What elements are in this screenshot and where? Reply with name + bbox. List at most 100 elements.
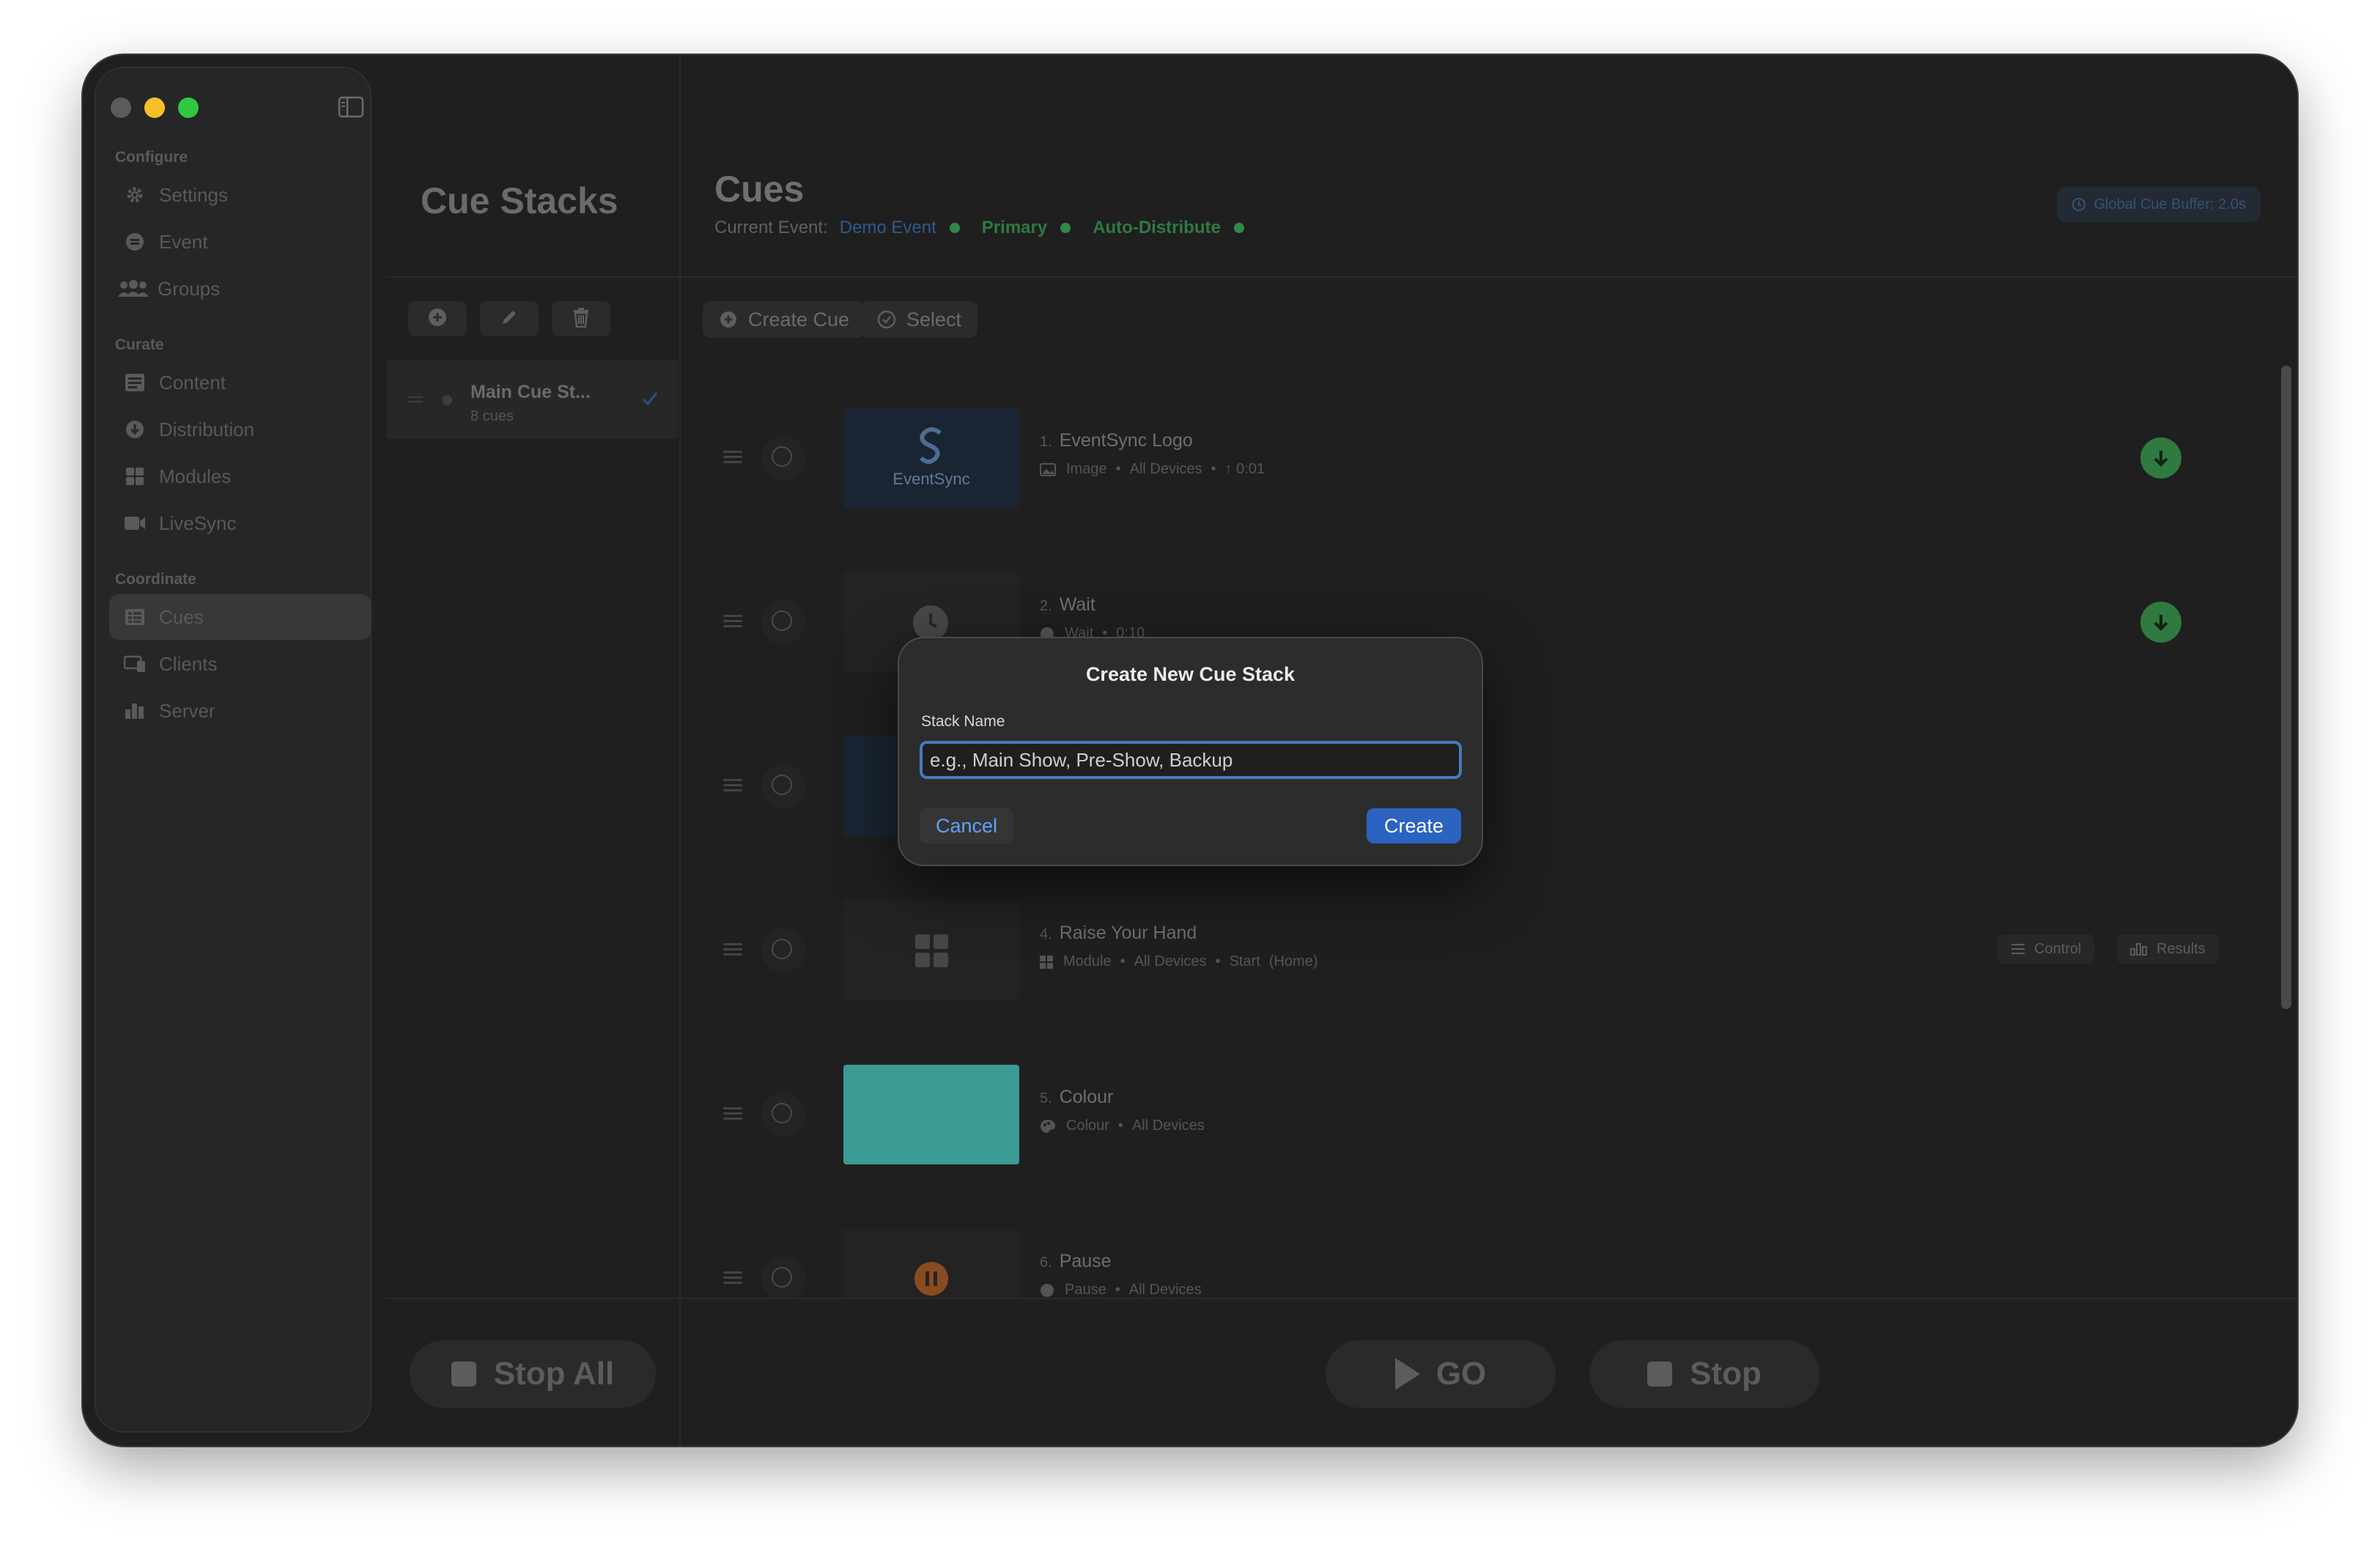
distribution-icon xyxy=(124,418,146,440)
stop-icon xyxy=(451,1362,476,1386)
zoom-window-button[interactable] xyxy=(178,97,199,118)
sidebar-item-cues[interactable]: Cues xyxy=(109,594,372,640)
plus-circle-icon xyxy=(719,310,738,329)
cue-row[interactable]: EventSync 1. EventSync Logo Image • All De… xyxy=(681,404,2242,514)
pause-icon xyxy=(914,1261,949,1298)
cue-type: Pause xyxy=(1065,1282,1106,1298)
cue-row[interactable]: 4. Raise Your Hand Module • All Devices • S… xyxy=(681,896,2242,1006)
cue-stacks-panel: Cue Stacks Main Cue St... 8 cues Stop Al… xyxy=(386,55,681,1446)
cue-name: EventSync Logo xyxy=(1059,430,1193,451)
sidebar-item-event[interactable]: Event xyxy=(109,219,372,265)
modules-icon xyxy=(1040,955,1053,969)
download-icon[interactable] xyxy=(2140,437,2181,479)
drag-handle-icon[interactable] xyxy=(408,396,423,404)
sidebar-item-livesync[interactable]: LiveSync xyxy=(109,501,372,546)
sidebar-item-label: Content xyxy=(159,371,226,394)
stop-all-button[interactable]: Stop All xyxy=(410,1340,656,1408)
create-button[interactable]: Create xyxy=(1366,808,1461,843)
stack-list-item[interactable]: Main Cue St... 8 cues xyxy=(386,360,678,439)
cue-select-radio[interactable] xyxy=(761,928,805,972)
stack-name-input[interactable] xyxy=(920,741,1462,779)
sidebar-item-label: Modules xyxy=(159,465,232,487)
sidebar-item-label: Event xyxy=(159,230,208,253)
cue-select-radio[interactable] xyxy=(761,1093,805,1137)
cue-title: 2. Wait xyxy=(1040,594,1095,616)
create-cue-button[interactable]: Create Cue xyxy=(703,301,866,338)
cue-number: 5. xyxy=(1040,1090,1052,1107)
page-title: Cue Stacks xyxy=(421,180,618,221)
status-dot xyxy=(1233,223,1244,233)
sidebar-item-label: Server xyxy=(159,699,215,722)
cue-meta: Module • All Devices • Start (Home) xyxy=(1040,953,1318,970)
sidebar-item-groups[interactable]: Groups xyxy=(109,266,372,311)
cue-meta: Pause • All Devices xyxy=(1040,1282,1202,1298)
modules-icon xyxy=(915,934,949,972)
cue-duration: ↑ 0:01 xyxy=(1224,461,1265,477)
sidebar-item-settings[interactable]: Settings xyxy=(109,172,372,218)
cue-row[interactable]: 5. Colour Colour • All Devices xyxy=(681,1060,2242,1170)
control-button[interactable]: Control xyxy=(1998,934,2095,964)
global-cue-buffer-badge[interactable]: Global Cue Buffer: 2.0s xyxy=(2057,187,2261,222)
sidebar-item-content[interactable]: Content xyxy=(109,360,372,405)
sidebar-item-label: LiveSync xyxy=(159,511,237,534)
status-dot xyxy=(949,223,960,233)
cue-type: Colour xyxy=(1066,1118,1109,1134)
cue-type: Image xyxy=(1066,461,1107,477)
server-icon xyxy=(124,700,146,722)
cue-title: 1. EventSync Logo xyxy=(1040,430,1193,451)
stop-label: Stop xyxy=(1690,1356,1762,1392)
control-label: Control xyxy=(2034,940,2082,957)
drag-handle-icon[interactable] xyxy=(723,451,742,464)
cue-meta: Image • All Devices • ↑ 0:01 xyxy=(1040,461,1265,478)
cue-row[interactable]: 6. Pause Pause • All Devices xyxy=(681,1225,2242,1298)
gear-icon xyxy=(124,184,146,206)
cue-name: Raise Your Hand xyxy=(1059,923,1197,943)
stop-button[interactable]: Stop xyxy=(1589,1340,1819,1408)
cue-select-radio[interactable] xyxy=(761,1257,805,1298)
cue-select-radio[interactable] xyxy=(761,436,805,480)
sidebar-toggle-icon[interactable] xyxy=(338,96,364,118)
cancel-button[interactable]: Cancel xyxy=(920,808,1014,843)
results-button[interactable]: Results xyxy=(2117,934,2219,964)
thumbnail-logo-text: EventSync xyxy=(892,470,970,488)
drag-handle-icon[interactable] xyxy=(723,779,742,792)
go-button[interactable]: GO xyxy=(1326,1340,1556,1408)
divider xyxy=(386,276,679,278)
cue-select-radio[interactable] xyxy=(761,600,805,644)
sidebar-item-label: Settings xyxy=(159,183,228,206)
sidebar-item-label: Distribution xyxy=(159,418,255,440)
sidebar-item-label: Clients xyxy=(159,652,218,675)
check-circle-icon xyxy=(877,310,896,329)
event-icon xyxy=(124,231,146,253)
edit-stack-button[interactable] xyxy=(480,301,539,336)
image-icon xyxy=(1040,462,1056,476)
eventsync-logo-icon xyxy=(843,426,1019,469)
cue-select-radio[interactable] xyxy=(761,764,805,808)
cues-footer: GO Stop xyxy=(681,1298,2297,1446)
cue-name: Pause xyxy=(1059,1251,1112,1271)
select-button[interactable]: Select xyxy=(861,301,978,338)
cue-target: All Devices xyxy=(1131,1118,1205,1134)
sidebar-item-clients[interactable]: Clients xyxy=(109,641,372,687)
close-window-button[interactable] xyxy=(111,97,131,118)
sidebar-item-modules[interactable]: Modules xyxy=(109,454,372,499)
divider xyxy=(681,276,2297,278)
delete-stack-button[interactable] xyxy=(552,301,610,336)
sidebar-item-distribution[interactable]: Distribution xyxy=(109,407,372,452)
scrollbar[interactable] xyxy=(2281,366,2291,1009)
add-stack-button[interactable] xyxy=(408,301,467,336)
colour-swatch xyxy=(843,1065,1019,1164)
sidebar-item-server[interactable]: Server xyxy=(109,688,372,734)
groups-icon xyxy=(117,278,150,300)
drag-handle-icon[interactable] xyxy=(723,1271,742,1285)
minimize-window-button[interactable] xyxy=(144,97,165,118)
event-name-link[interactable]: Demo Event xyxy=(840,218,936,238)
primary-status: Primary xyxy=(981,218,1048,237)
drag-handle-icon[interactable] xyxy=(723,943,742,956)
current-event-label: Current Event: xyxy=(714,218,828,237)
drag-handle-icon[interactable] xyxy=(723,615,742,628)
drag-handle-icon[interactable] xyxy=(723,1107,742,1120)
download-icon[interactable] xyxy=(2140,602,2181,643)
cue-number: 4. xyxy=(1040,926,1052,942)
section-header-coordinate: Coordinate xyxy=(115,571,196,588)
